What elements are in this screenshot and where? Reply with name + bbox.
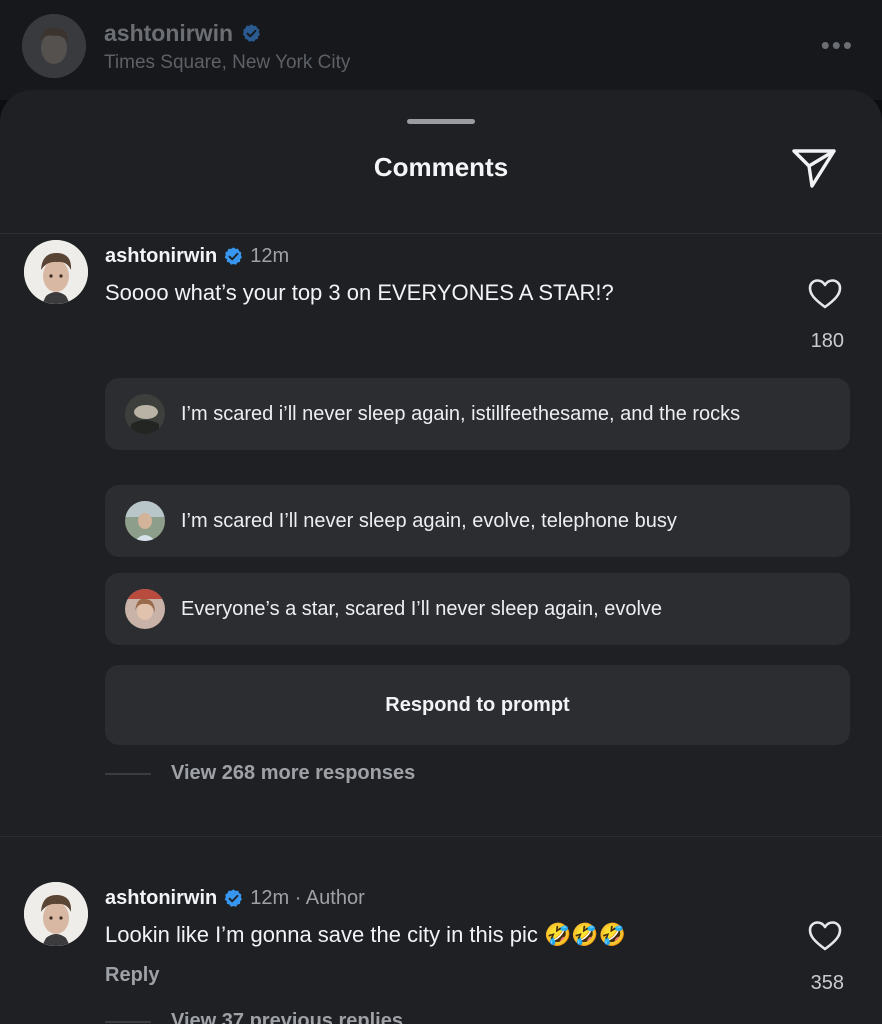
comment-divider xyxy=(0,836,882,837)
comment-timestamp: 12m xyxy=(250,245,290,267)
verified-badge-icon xyxy=(224,247,243,265)
comment-text: Soooo what’s your top 3 on EVERYONES A S… xyxy=(105,280,614,305)
comment-avatar[interactable] xyxy=(24,882,88,946)
response-avatar[interactable] xyxy=(125,501,165,541)
comment-text: Lookin like I’m gonna save the city in t… xyxy=(105,922,626,948)
response-text: I’m scared i’ll never sleep again, istil… xyxy=(181,403,741,425)
post-author-username[interactable]: ashtonirwin xyxy=(104,20,262,47)
share-send-icon[interactable] xyxy=(790,146,838,190)
post-author-username-text[interactable]: ashtonirwin xyxy=(104,20,233,47)
rofl-emoji-icons: 🤣🤣🤣 xyxy=(544,922,627,947)
verified-badge-icon xyxy=(242,24,261,42)
like-heart-icon[interactable] xyxy=(808,920,842,952)
post-author-avatar[interactable] xyxy=(22,14,86,78)
like-count: 180 xyxy=(810,330,844,352)
comment-username[interactable]: ashtonirwin xyxy=(105,245,217,268)
header-divider xyxy=(0,233,882,234)
post-header: ashtonirwin Times Square, New York City … xyxy=(0,0,882,100)
like-heart-icon[interactable] xyxy=(808,278,842,310)
prompt-response-card[interactable]: I’m scared I’ll never sleep again, evolv… xyxy=(105,485,850,557)
thread-line xyxy=(105,772,151,775)
response-avatar[interactable] xyxy=(125,394,165,434)
prompt-response-card[interactable]: Everyone’s a star, scared I’ll never sle… xyxy=(105,573,850,645)
sheet-title: Comments xyxy=(373,152,509,182)
view-more-responses-label[interactable]: View 268 more responses xyxy=(171,762,415,785)
response-avatar[interactable] xyxy=(125,589,165,629)
more-options-icon[interactable]: ••• xyxy=(821,30,854,61)
response-text: I’m scared I’ll never sleep again, evolv… xyxy=(181,510,677,532)
view-previous-replies-label[interactable]: View 37 previous replies xyxy=(171,1010,403,1024)
prompt-response-card[interactable]: I’m scared i’ll never sleep again, istil… xyxy=(105,378,850,450)
like-count: 358 xyxy=(810,972,844,994)
respond-to-prompt-button[interactable]: Respond to prompt xyxy=(105,665,850,745)
comments-sheet: Comments ashtonirwin 12m Soooo what’s yo… xyxy=(0,90,882,1024)
comment-username[interactable]: ashtonirwin xyxy=(105,887,217,910)
comment-meta: ashtonirwin 12m xyxy=(105,245,289,268)
view-previous-replies[interactable]: View 37 previous replies xyxy=(105,1010,403,1024)
comment-avatar[interactable] xyxy=(24,240,88,304)
reply-button[interactable]: Reply xyxy=(105,964,159,987)
comment-timestamp-author: 12m · Author xyxy=(250,887,365,909)
view-more-responses[interactable]: View 268 more responses xyxy=(105,762,415,785)
sheet-grabber-handle[interactable] xyxy=(407,119,475,124)
post-location[interactable]: Times Square, New York City xyxy=(104,52,350,74)
verified-badge-icon xyxy=(224,889,243,907)
comment-text-body: Lookin like I’m gonna save the city in t… xyxy=(105,922,538,947)
comment-meta: ashtonirwin 12m · Author xyxy=(105,887,365,910)
response-text: Everyone’s a star, scared I’ll never sle… xyxy=(181,598,663,620)
thread-line xyxy=(105,1020,151,1023)
